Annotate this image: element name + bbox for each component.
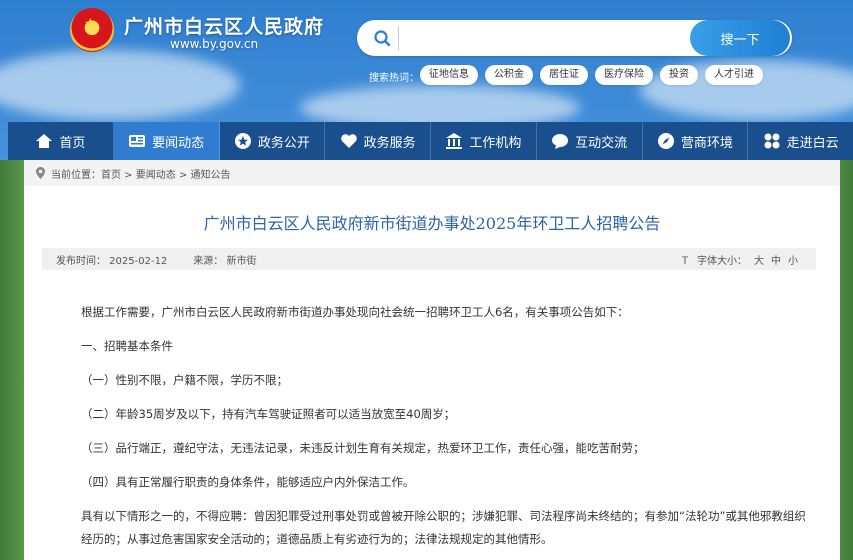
hot-tag[interactable]: 征地信息 — [420, 65, 478, 85]
hot-tag[interactable]: 医疗保险 — [595, 65, 653, 85]
font-size-small[interactable]: 小 — [788, 252, 798, 267]
star-icon — [234, 133, 251, 149]
nav-item-gov-services[interactable]: 政务服务 — [325, 122, 431, 160]
article-meta-bar: 发布时间： 2025-02-12 来源： 新市街 Ｔ 字体大小： 大 中 小 — [42, 248, 816, 270]
hot-tag[interactable]: 投资 — [660, 65, 698, 85]
hot-search-tags: 征地信息 公积金 居住证 医疗保险 投资 人才引进 — [420, 65, 763, 85]
chat-icon — [552, 134, 569, 149]
nav-item-interaction[interactable]: 互动交流 — [537, 122, 643, 160]
font-size-medium[interactable]: 中 — [771, 252, 781, 267]
article-paragraph: （一）性别不限，户籍不限，学历不限； — [81, 373, 288, 387]
main-navigation: 首页 要闻动态 政务公开 政务服务 工作机构 互动交流 营商环境 走进白云 — [8, 122, 853, 160]
nav-item-label: 工作机构 — [469, 135, 522, 151]
search-input[interactable] — [398, 26, 692, 50]
hot-tag[interactable]: 居住证 — [540, 65, 588, 85]
publish-date: 发布时间： 2025-02-12 — [56, 255, 168, 267]
article-paragraph: （四）具有正常履行职责的身体条件，能够适应户内外保洁工作。 — [81, 475, 415, 489]
breadcrumb: 当前位置： 首页 > 要闻动态 > 通知公告 — [24, 160, 840, 186]
font-size-large[interactable]: 大 — [754, 252, 764, 267]
building-icon — [446, 133, 463, 149]
location-pin-icon — [36, 167, 45, 179]
nav-item-label: 互动交流 — [575, 135, 628, 151]
hot-search-label: 搜索热词： — [369, 73, 419, 84]
nav-item-label: 走进白云 — [786, 135, 839, 151]
nav-item-label: 政务公开 — [257, 135, 310, 151]
article-paragraph: （二）年龄35周岁及以下，持有汽车驾驶证照者可以适当放宽至40周岁； — [81, 407, 456, 421]
compass-icon — [657, 133, 674, 149]
search-button[interactable]: 搜一下 — [690, 20, 790, 56]
nav-item-about-baiyun[interactable]: 走进白云 — [748, 122, 853, 160]
nav-item-home[interactable]: 首页 — [8, 122, 114, 160]
grid-icon — [764, 133, 780, 149]
nav-item-label: 营商环境 — [680, 135, 733, 151]
article-source: 来源： 新市街 — [193, 255, 257, 267]
nav-item-agencies[interactable]: 工作机构 — [431, 122, 537, 160]
article-title: 广州市白云区人民政府新市街道办事处2025年环卫工人招聘公告 — [203, 214, 661, 233]
nav-item-gov-affairs[interactable]: 政务公开 — [220, 122, 326, 160]
heart-icon — [340, 134, 357, 148]
nav-item-business-environment[interactable]: 营商环境 — [643, 122, 749, 160]
article-paragraph: 经历的；从事过危害国家安全活动的；道德品质上有劣迹行为的；法律法规规定的其他情形… — [81, 532, 553, 546]
site-title[interactable]: 广州市白云区人民政府 — [124, 12, 324, 39]
breadcrumb-prefix: 当前位置： — [51, 169, 101, 181]
hot-tag[interactable]: 人才引进 — [705, 65, 763, 85]
emblem-star-icon: ★ — [84, 16, 97, 32]
breadcrumb-path[interactable]: 首页 > 要闻动态 > 通知公告 — [101, 166, 230, 181]
font-size-label: 字体大小： — [697, 255, 747, 267]
search-icon — [374, 30, 391, 47]
article-paragraph: 具有以下情形之一的，不得应聘：曾因犯罪受过刑事处罚或曾被开除公职的；涉嫌犯罪、司… — [81, 509, 806, 523]
article-paragraph: （三）品行端正，遵纪守法，无违法记录，未违反计划生育有关规定，热爱环卫工作，责任… — [81, 441, 645, 455]
home-icon — [36, 134, 53, 148]
article-container: 当前位置： 首页 > 要闻动态 > 通知公告 广州市白云区人民政府新市街道办事处… — [24, 160, 840, 560]
article-paragraph: 根据工作需要，广州市白云区人民政府新市街道办事处现向社会统一招聘环卫工人6名，有… — [81, 305, 629, 319]
hot-tag[interactable]: 公积金 — [485, 65, 533, 85]
nav-item-label: 政务服务 — [363, 135, 416, 151]
font-size-icon: Ｔ — [680, 255, 690, 267]
nav-item-label: 首页 — [59, 135, 86, 151]
site-url: www.by.gov.cn — [170, 37, 259, 51]
nav-item-news[interactable]: 要闻动态 — [113, 122, 220, 160]
news-icon — [129, 135, 146, 147]
nav-item-label: 要闻动态 — [152, 135, 205, 151]
section-heading: 一、招聘基本条件 — [81, 339, 173, 353]
